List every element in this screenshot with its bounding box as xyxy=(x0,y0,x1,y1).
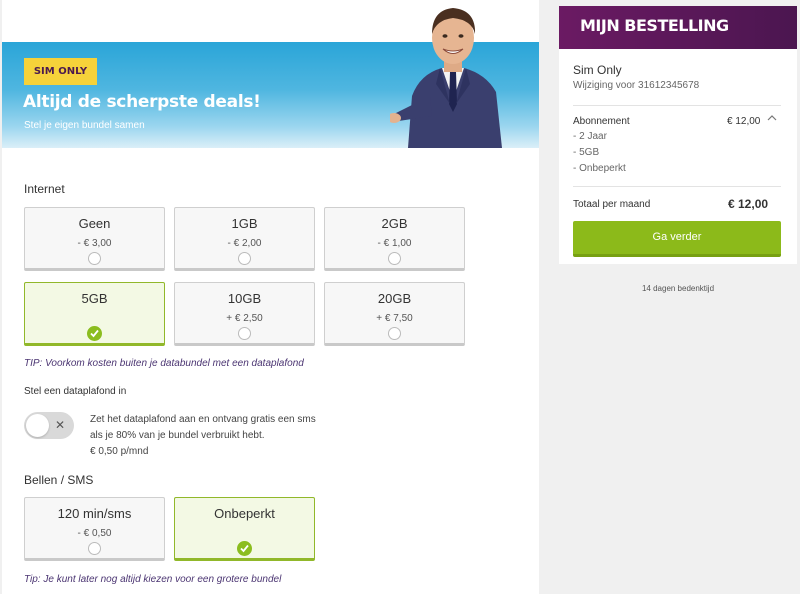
radio-icon[interactable] xyxy=(388,327,401,340)
order-change-number: Wijziging voor 31612345678 xyxy=(573,80,700,91)
cooling-off-note: 14 dagen bedenktijd xyxy=(641,284,715,293)
salesman-image xyxy=(390,8,502,148)
radio-icon[interactable] xyxy=(388,252,401,265)
option-price: - € 3,00 xyxy=(77,238,112,249)
dataplafond-label: Stel een dataplafond in xyxy=(24,386,127,397)
continue-button[interactable]: Ga verder xyxy=(573,221,781,257)
bellen-option-120[interactable]: 120 min/sms - € 0,50 xyxy=(24,497,165,561)
order-item: - 2 Jaar xyxy=(573,131,607,142)
check-icon xyxy=(237,541,252,556)
option-price: - € 2,00 xyxy=(227,238,262,249)
order-item: - 5GB xyxy=(573,147,600,158)
order-title: MIJN BESTELLING xyxy=(580,16,729,35)
option-title: 2GB xyxy=(381,216,408,231)
hero-banner: SIM ONLY Altijd de scherpste deals! Stel… xyxy=(2,8,539,148)
dataplafond-price: € 0,50 p/mnd xyxy=(90,446,149,457)
check-icon xyxy=(87,326,102,341)
option-title: 120 min/sms xyxy=(57,506,132,521)
option-title: 1GB xyxy=(231,216,258,231)
divider xyxy=(573,186,781,187)
close-icon: ✕ xyxy=(55,418,66,432)
order-summary: MIJN BESTELLING Sim Only Wijziging voor … xyxy=(559,6,797,264)
hero-subtitle: Stel je eigen bundel samen xyxy=(24,120,145,131)
option-price: + € 2,50 xyxy=(226,313,263,324)
option-title: 20GB xyxy=(377,291,412,306)
radio-icon[interactable] xyxy=(238,252,251,265)
order-item: - Onbeperkt xyxy=(573,163,626,174)
internet-option-5gb[interactable]: 5GB xyxy=(24,282,165,346)
hero-title: Altijd de scherpste deals! xyxy=(23,92,261,112)
internet-tip: TIP: Voorkom kosten buiten je databundel… xyxy=(24,358,304,369)
chevron-up-icon[interactable] xyxy=(767,114,777,125)
toggle-knob xyxy=(26,414,49,437)
option-title: Geen xyxy=(78,216,111,231)
internet-option-10gb[interactable]: 10GB + € 2,50 xyxy=(174,282,315,346)
option-price: + € 7,50 xyxy=(376,313,413,324)
dataplafond-text-1: Zet het dataplafond aan en ontvang grati… xyxy=(90,414,316,425)
bellen-tip: Tip: Je kunt later nog altijd kiezen voo… xyxy=(24,574,282,585)
divider xyxy=(573,105,781,106)
radio-icon[interactable] xyxy=(88,252,101,265)
internet-option-geen[interactable]: Geen - € 3,00 xyxy=(24,207,165,271)
total-price: € 12,00 xyxy=(728,197,769,211)
option-title: 10GB xyxy=(227,291,262,306)
dataplafond-text-2: als je 80% van je bundel verbruikt hebt. xyxy=(90,430,265,441)
option-title: 5GB xyxy=(81,291,108,306)
radio-icon[interactable] xyxy=(238,327,251,340)
total-label: Totaal per maand xyxy=(573,199,651,210)
internet-option-20gb[interactable]: 20GB + € 7,50 xyxy=(324,282,465,346)
internet-option-2gb[interactable]: 2GB - € 1,00 xyxy=(324,207,465,271)
radio-icon[interactable] xyxy=(88,542,101,555)
option-title: Onbeperkt xyxy=(214,506,275,521)
subscription-label: Abonnement xyxy=(573,116,630,127)
internet-label: Internet xyxy=(24,182,65,196)
subscription-price: € 12,00 xyxy=(727,116,761,127)
main-panel: SIM ONLY Altijd de scherpste deals! Stel… xyxy=(2,0,539,594)
internet-option-1gb[interactable]: 1GB - € 2,00 xyxy=(174,207,315,271)
dataplafond-toggle[interactable]: ✕ xyxy=(24,412,74,439)
option-price: - € 1,00 xyxy=(377,238,412,249)
bellen-label: Bellen / SMS xyxy=(24,473,94,487)
order-header: MIJN BESTELLING xyxy=(559,6,797,49)
option-price: - € 0,50 xyxy=(77,528,112,539)
sim-only-badge: SIM ONLY xyxy=(24,58,97,85)
order-product: Sim Only xyxy=(573,63,622,77)
bellen-option-onbeperkt[interactable]: Onbeperkt xyxy=(174,497,315,561)
